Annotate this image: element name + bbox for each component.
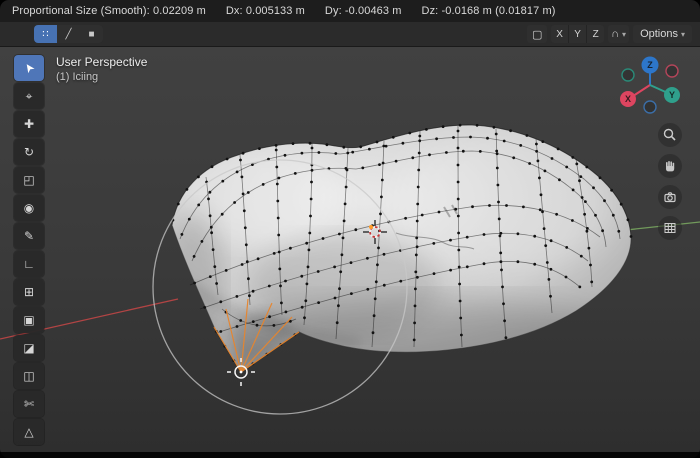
tool-inset-faces[interactable]: ▣ [14, 307, 44, 333]
vertex-select-mode-button[interactable]: ∷ [34, 25, 57, 43]
axis-y-toggle[interactable]: Y [569, 25, 587, 43]
mirror-icon-button[interactable]: ▢ [527, 25, 548, 43]
magnifier-icon [663, 128, 676, 141]
viewport[interactable]: User Perspective (1) Iciing ➤ ⌖ ✚ ↻ ◰ ◉ ✎ ∟ ⊞ ▣ ◪ ◫… [0, 47, 700, 452]
scale-icon: ◰ [23, 173, 35, 187]
mesh-object[interactable] [165, 123, 640, 407]
tool-poly-build[interactable]: △ [14, 419, 44, 445]
tool-loop-cut[interactable]: ◫ [14, 363, 44, 389]
view-controls [658, 123, 682, 240]
tool-scale[interactable]: ◰ [14, 167, 44, 193]
tool-rotate[interactable]: ↻ [14, 139, 44, 165]
chevron-down-icon: ▾ [622, 29, 627, 39]
edge-select-mode-button[interactable]: ╱ [57, 25, 80, 43]
chevron-down-icon: ▾ [680, 29, 685, 39]
statusbar-segment-2: Dy: -0.00463 m [324, 5, 402, 17]
tool-bevel[interactable]: ◪ [14, 335, 44, 361]
camera-icon [664, 192, 676, 203]
tool-knife[interactable]: ✄ [14, 391, 44, 417]
magnet-icon: ∩ [611, 28, 620, 40]
toolbar: ➤ ⌖ ✚ ↻ ◰ ◉ ✎ ∟ ⊞ ▣ ◪ ◫ ✄ △ [14, 55, 44, 445]
gizmo-y-label: Y [669, 90, 675, 100]
mirror-icon: ▢ [531, 28, 543, 41]
move-icon: ✚ [23, 117, 35, 131]
select-box-icon: ➤ [20, 59, 38, 77]
zoom-button[interactable] [658, 123, 682, 147]
statusbar: Proportional Size (Smooth): 0.02209 m Dx:… [0, 0, 700, 22]
pan-view-button[interactable] [658, 154, 682, 178]
face-select-mode-button[interactable]: ■ [80, 25, 103, 43]
gizmo-neg-y-axis[interactable] [621, 68, 635, 82]
viewport-header: ∷ ╱ ■ ▢ XYZ ∩ ▾ Options ▾ [0, 22, 700, 47]
inset-faces-icon: ▣ [23, 313, 35, 327]
navigation-gizmo[interactable]: Z X Y [610, 53, 690, 119]
tool-measure[interactable]: ∟ [14, 251, 44, 277]
options-button[interactable]: Options ▾ [633, 25, 692, 43]
knife-icon: ✄ [23, 397, 35, 411]
poly-build-icon: △ [24, 425, 34, 439]
grid-icon [664, 223, 676, 233]
measure-icon: ∟ [23, 257, 35, 271]
camera-view-button[interactable] [658, 185, 682, 209]
options-label: Options [640, 28, 678, 40]
tool-move[interactable]: ✚ [14, 111, 44, 137]
tool-select-box[interactable]: ➤ [14, 55, 44, 81]
gizmo-x-label: X [625, 94, 631, 104]
gizmo-neg-z-axis[interactable] [643, 100, 657, 114]
annotate-icon: ✎ [23, 229, 35, 243]
transform-icon: ◉ [23, 201, 35, 215]
select-mode-group: ∷ ╱ ■ [34, 25, 103, 43]
cursor-icon: ⌖ [25, 88, 33, 103]
statusbar-segment-0: Proportional Size (Smooth): 0.02209 m [12, 5, 206, 17]
extrude-region-icon: ⊞ [23, 285, 35, 299]
hand-icon [666, 161, 675, 172]
tool-cursor[interactable]: ⌖ [14, 83, 44, 109]
statusbar-segment-3: Dz: -0.0168 m (0.01817 m) [421, 5, 556, 17]
bevel-icon: ◪ [23, 341, 35, 355]
viewport-canvas[interactable] [0, 47, 700, 452]
axis-z-toggle[interactable]: Z [587, 25, 605, 43]
rotate-icon: ↻ [23, 145, 35, 159]
snapping-button[interactable]: ∩ ▾ [608, 25, 630, 43]
tool-extrude-region[interactable]: ⊞ [14, 279, 44, 305]
gizmo-z-label: Z [647, 60, 653, 70]
loop-cut-icon: ◫ [23, 369, 35, 383]
gizmo-neg-x-axis[interactable] [665, 64, 679, 78]
tool-transform[interactable]: ◉ [14, 195, 44, 221]
tool-annotate[interactable]: ✎ [14, 223, 44, 249]
axis-x-toggle[interactable]: X [551, 25, 569, 43]
blender-window: Proportional Size (Smooth): 0.02209 m Dx:… [0, 0, 700, 458]
statusbar-segment-1: Dx: 0.005133 m [225, 5, 305, 17]
axis-toggle-group: XYZ [551, 25, 605, 43]
active-vertex[interactable] [368, 224, 374, 230]
toggle-perspective-button[interactable] [658, 216, 682, 240]
